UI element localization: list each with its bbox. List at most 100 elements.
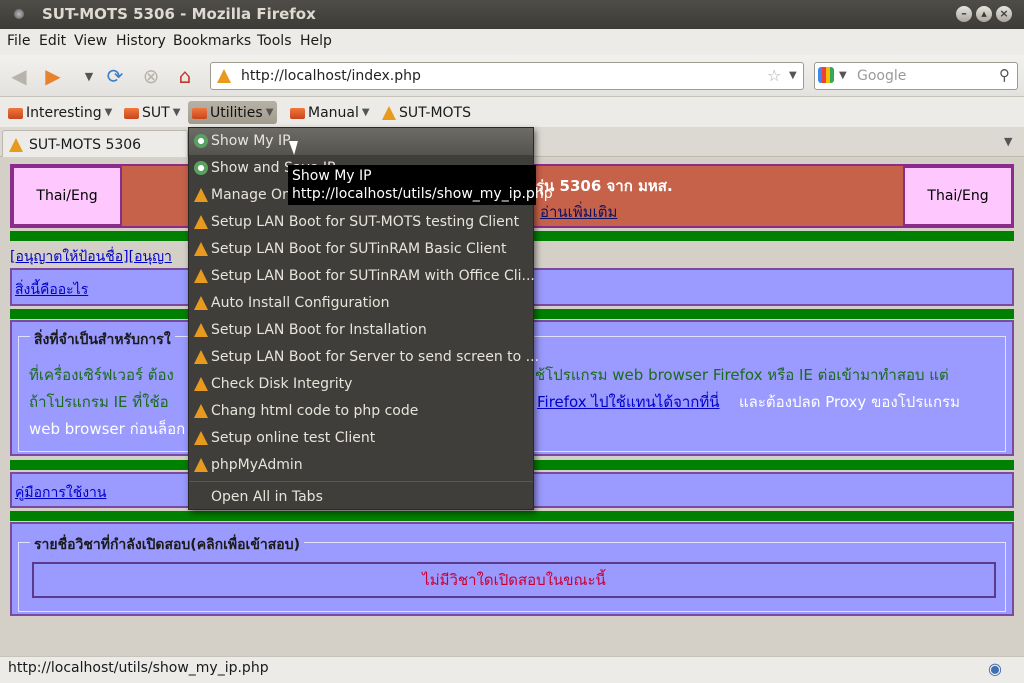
folder-icon [8,108,23,119]
bookmark-label: SUT-MOTS [399,104,471,121]
menu-item-check-disk[interactable]: Check Disk Integrity [189,371,533,398]
tab-list-icon[interactable]: ▼ [1004,135,1012,148]
url-bar[interactable]: http://localhost/index.php ☆ ▼ [210,62,804,90]
menu-item-lan-boot-sutinram-basic[interactable]: Setup LAN Boot for SUTinRAM Basic Client [189,236,533,263]
tab-sut-mots[interactable]: SUT-MOTS 5306 [2,130,188,157]
tab-title: SUT-MOTS 5306 [29,137,142,153]
addon-status-icon[interactable]: ◉ [988,659,1002,678]
back-arrow-icon[interactable]: ◀ [6,63,32,89]
cone-icon [194,458,208,472]
menu-item-lan-boot-installation[interactable]: Setup LAN Boot for Installation [189,317,533,344]
menu-item-open-all-tabs[interactable]: Open All in Tabs [189,484,533,511]
bookmark-star-icon[interactable]: ☆ [767,66,781,85]
engine-dropdown-icon[interactable]: ▼ [839,70,847,81]
manual-link[interactable]: คู่มือการใช้งาน [15,482,106,504]
menu-item-show-my-ip[interactable]: Show My IP [189,128,533,155]
menu-item-auto-install[interactable]: Auto Install Configuration [189,290,533,317]
tab-cone-icon [9,138,23,156]
req-line1-b: ช้โปรแกรม web browser Firefox หรือ IE ต่… [535,366,949,384]
cone-icon [194,323,208,337]
bookmarks-toolbar: Interesting ▼ SUT ▼ Utilities ▼ Manual ▼… [0,97,1024,127]
requirements-title: สิ่งที่จำเป็นสำหรับการใ [30,329,175,351]
globe-icon [194,161,208,175]
search-box[interactable]: ▼ Google ⚲ [814,62,1018,90]
menu-file[interactable]: File [7,33,30,49]
menu-bookmarks[interactable]: Bookmarks [173,33,251,49]
menu-item-online-test-client[interactable]: Setup online test Client [189,425,533,452]
menu-item-label: Setup online test Client [211,430,376,446]
menu-item-label: Open All in Tabs [211,489,323,505]
req-line2-a: ถ้าโปรแกรม IE ที่ใช้อ [29,393,169,411]
menu-history[interactable]: History [116,33,166,49]
globe-icon [194,134,208,148]
bookmark-folder-utilities[interactable]: Utilities ▼ [188,101,278,124]
menu-item-label: Setup LAN Boot for SUT-MOTS testing Clie… [211,214,520,230]
separator [10,511,1014,521]
menu-item-label: Check Disk Integrity [211,376,353,392]
url-text: http://localhost/index.php [241,68,421,84]
search-magnifier-icon[interactable]: ⚲ [999,66,1010,84]
menu-item-html-to-php[interactable]: Chang html code to php code [189,398,533,425]
google-engine-icon[interactable] [818,67,834,83]
status-text: http://localhost/utils/show_my_ip.php [8,660,269,676]
lang-toggle-right[interactable]: Thai/Eng [903,166,1013,226]
status-bar: http://localhost/utils/show_my_ip.php ◉ [0,656,1024,683]
cone-icon [194,350,208,364]
bookmark-folder-manual[interactable]: Manual ▼ [286,101,374,124]
what-is-link[interactable]: สิ่งนี้คืออะไร [15,279,88,301]
window-menu-icon[interactable] [14,9,24,19]
menu-view[interactable]: View [74,33,107,49]
history-dropdown-icon[interactable]: ▼ [76,63,102,89]
menu-item-lan-boot-server-screen[interactable]: Setup LAN Boot for Server to send screen… [189,344,539,371]
forward-arrow-icon[interactable]: ▶ [40,63,66,89]
menubar: File Edit View History Bookmarks Tools H… [0,29,1024,55]
bookmark-label: Utilities [210,104,263,121]
read-more-link[interactable]: อ่านเพิ่มเติม [540,200,617,224]
bookmark-folder-sut[interactable]: SUT ▼ [120,101,184,124]
no-courses-message: ไม่มีวิชาใดเปิดสอบในขณะนี้ [32,562,996,598]
menu-help[interactable]: Help [300,33,332,49]
cone-icon [194,242,208,256]
menu-item-phpmyadmin[interactable]: phpMyAdmin [189,452,533,479]
menu-item-label: Setup LAN Boot for SUTinRAM with Office … [211,268,535,284]
firefox-download-link[interactable]: Firefox ไปใช้แทนได้จากที่นี่ [537,390,720,414]
navigation-toolbar: ◀ ▶ ▼ ⟳ ⊗ ⌂ http://localhost/index.php ☆… [0,55,1024,97]
site-cone-icon [217,69,231,87]
url-dropdown-icon[interactable]: ▼ [789,70,797,81]
chevron-down-icon: ▼ [361,107,370,118]
reload-icon[interactable]: ⟳ [102,63,128,89]
chevron-down-icon: ▼ [172,107,181,118]
home-icon[interactable]: ⌂ [172,63,198,89]
menu-item-label: phpMyAdmin [211,457,303,473]
menu-item-lan-boot-sut-mots[interactable]: Setup LAN Boot for SUT-MOTS testing Clie… [189,209,533,236]
req-line2-b: และต้องปลด Proxy ของโปรแกรม [739,393,960,411]
menu-item-label: Setup LAN Boot for SUTinRAM Basic Client [211,241,507,257]
folder-icon [192,108,207,119]
permission-links[interactable]: [อนุญาตให้ป้อนชื่อ][อนุญา [10,246,172,268]
lang-toggle-left[interactable]: Thai/Eng [12,166,122,226]
menu-item-label: Show My IP [211,133,291,149]
req-line1-a: ที่เครื่องเซิร์ฟเวอร์ ต้อง [29,366,174,384]
bookmark-sut-mots[interactable]: SUT-MOTS [378,101,475,124]
cone-icon [194,215,208,229]
req-line3: web browser ก่อนล็อก [29,420,186,438]
window-title: SUT-MOTS 5306 - Mozilla Firefox [42,5,316,23]
window-titlebar: SUT-MOTS 5306 - Mozilla Firefox – ▴ × [0,0,1024,29]
bookmark-folder-interesting[interactable]: Interesting ▼ [4,101,116,124]
maximize-button[interactable]: ▴ [976,6,992,22]
menu-edit[interactable]: Edit [39,33,66,49]
cone-icon [194,296,208,310]
courses-box: รายชื่อวิชาที่กำลังเปิดสอบ(คลิกเพื่อเข้า… [10,522,1014,616]
header-text: รุ่น 5306 จาก มหส. [536,177,673,195]
bookmark-label: Manual [308,104,359,121]
courses-title: รายชื่อวิชาที่กำลังเปิดสอบ(คลิกเพื่อเข้า… [30,534,304,556]
menu-item-label: Manage Onl [211,187,295,203]
folder-icon [290,108,305,119]
stop-icon[interactable]: ⊗ [138,63,164,89]
menu-separator [189,481,533,482]
close-button[interactable]: × [996,6,1012,22]
menu-tools[interactable]: Tools [257,33,292,49]
menu-item-lan-boot-sutinram-office[interactable]: Setup LAN Boot for SUTinRAM with Office … [189,263,535,290]
minimize-button[interactable]: – [956,6,972,22]
menu-item-label: Chang html code to php code [211,403,419,419]
